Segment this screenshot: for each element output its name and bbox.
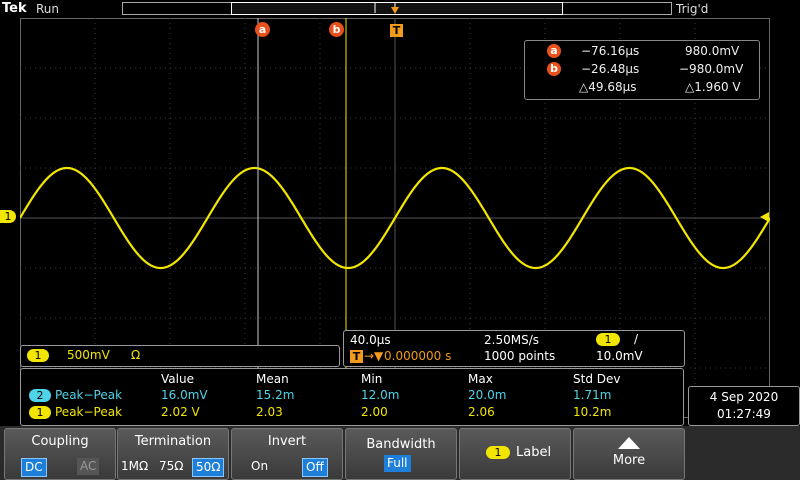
table-row[interactable]: 1 Peak−Peak 2.02 V 2.03 2.00 2.06 10.2m	[21, 405, 683, 421]
trigger-source-badge: 1	[596, 333, 620, 346]
horizontal-trigger-readout[interactable]: 40.0µs 2.50MS/s 1 / T →▼ 0.000000 s 1000…	[343, 330, 685, 367]
sample-rate: 2.50MS/s	[484, 333, 539, 347]
cursor-a-icon: a	[547, 44, 561, 58]
measurement-table[interactable]: Value Mean Min Max Std Dev 2 Peak−Peak 1…	[20, 368, 684, 426]
more-title: More	[612, 453, 646, 468]
bandwidth-button[interactable]: Bandwidth Full	[345, 428, 457, 480]
date: 4 Sep 2020	[709, 390, 779, 404]
meas-stddev: 1.71m	[573, 388, 612, 402]
coupling-ac-option[interactable]: AC	[77, 458, 100, 475]
col-header-mean: Mean	[256, 372, 289, 386]
invert-title: Invert	[267, 434, 307, 449]
more-button[interactable]: More	[573, 428, 685, 480]
coupling-title: Coupling	[31, 434, 89, 449]
cursor-b-value: −980.0mV	[679, 62, 744, 76]
meas-max: 20.0m	[468, 388, 507, 402]
ch1-termination-symbol: Ω	[131, 348, 141, 362]
bandwidth-value: Full	[384, 455, 411, 472]
ch1-settings-bar[interactable]: 1 500mV Ω	[20, 345, 340, 367]
delay-arrow: →▼	[364, 349, 384, 363]
coupling-dc-option[interactable]: DC	[21, 458, 47, 477]
cursor-a-time: −76.16µs	[581, 44, 640, 58]
cursor-b-icon: b	[547, 62, 561, 76]
ch1-ground-marker[interactable]: 1	[0, 210, 16, 223]
termination-1m-option[interactable]: 1MΩ	[118, 458, 151, 475]
trigger-level: 10.0mV	[596, 349, 643, 363]
trigger-delay-icon: T	[350, 350, 363, 363]
meas-mean: 15.2m	[256, 388, 295, 402]
meas-min: 2.00	[361, 405, 388, 419]
cursor-readout: a −76.16µs 980.0mV b −26.48µs −980.0mV △…	[524, 40, 760, 100]
termination-title: Termination	[134, 434, 212, 449]
horizontal-delay: 0.000000 s	[384, 349, 452, 363]
time: 01:27:49	[717, 407, 771, 421]
table-row[interactable]: 2 Peak−Peak 16.0mV 15.2m 12.0m 20.0m 1.7…	[21, 388, 683, 404]
trigger-slope-icon: /	[634, 332, 639, 346]
ch1-scale: 500mV	[67, 348, 110, 362]
invert-off-option[interactable]: Off	[302, 458, 328, 477]
acquisition-state: Run	[36, 2, 60, 16]
label-button[interactable]: 1 Label	[459, 428, 571, 480]
ch1-badge: 1	[27, 349, 49, 362]
label-ch1-badge: 1	[486, 446, 510, 459]
trigger-position-marker[interactable]: T	[390, 24, 403, 37]
coupling-button[interactable]: Coupling DC AC	[4, 428, 116, 480]
termination-50-option[interactable]: 50Ω	[192, 458, 225, 477]
cursor-delta-value: △1.960 V	[685, 80, 741, 94]
meas-value: 2.02 V	[161, 405, 200, 419]
termination-button[interactable]: Termination 1MΩ 75Ω 50Ω	[117, 428, 229, 480]
cursor-b-time: −26.48µs	[581, 62, 640, 76]
timebase: 40.0µs	[350, 333, 391, 347]
record-position-ticks	[374, 3, 399, 14]
cursor-a-value: 980.0mV	[685, 44, 740, 58]
meas-name: Peak−Peak	[55, 405, 123, 419]
meas-min: 12.0m	[361, 388, 400, 402]
col-header-min: Min	[361, 372, 383, 386]
col-header-value: Value	[161, 372, 194, 386]
ch1-badge: 1	[29, 406, 51, 419]
record-length: 1000 points	[484, 349, 556, 363]
datetime-readout: 4 Sep 2020 01:27:49	[688, 386, 800, 426]
label-title: Label	[516, 445, 552, 460]
trigger-state: Trig'd	[676, 2, 709, 16]
invert-on-option[interactable]: On	[248, 458, 271, 475]
bandwidth-title: Bandwidth	[366, 437, 436, 452]
meas-value: 16.0mV	[161, 388, 208, 402]
brand-logo: Tek	[2, 1, 27, 16]
termination-75-option[interactable]: 75Ω	[156, 458, 186, 475]
col-header-stddev: Std Dev	[573, 372, 621, 386]
trigger-level-arrow[interactable]	[760, 211, 770, 223]
meas-max: 2.06	[468, 405, 495, 419]
cursor-b-marker[interactable]: b	[329, 22, 344, 37]
ch2-badge: 2	[29, 389, 51, 402]
meas-stddev: 10.2m	[573, 405, 612, 419]
chevron-up-icon	[618, 437, 640, 449]
cursor-a-marker[interactable]: a	[255, 22, 270, 37]
invert-button[interactable]: Invert On Off	[231, 428, 343, 480]
meas-name: Peak−Peak	[55, 388, 123, 402]
col-header-max: Max	[468, 372, 493, 386]
meas-mean: 2.03	[256, 405, 283, 419]
cursor-delta-time: △49.68µs	[579, 80, 637, 94]
